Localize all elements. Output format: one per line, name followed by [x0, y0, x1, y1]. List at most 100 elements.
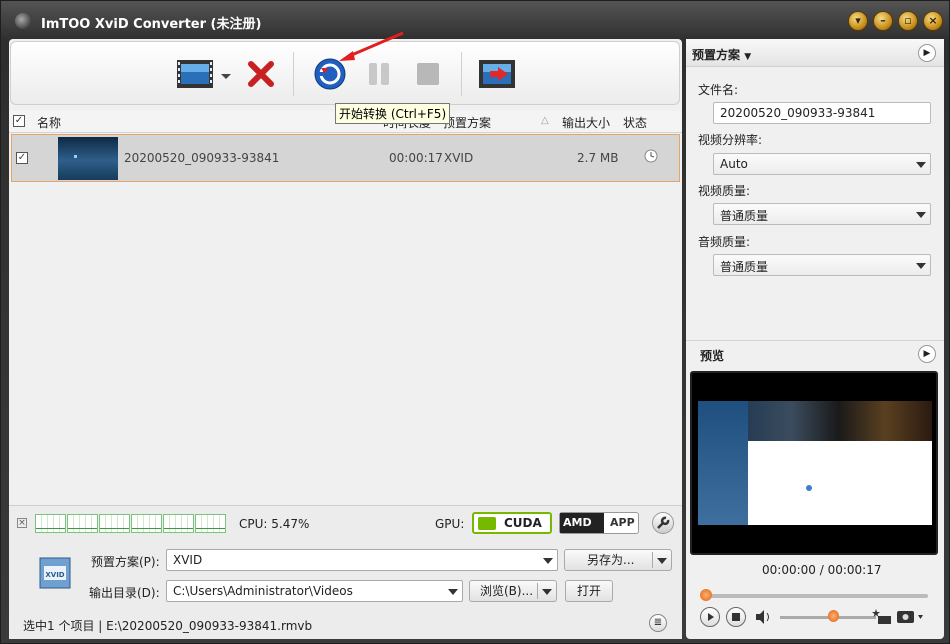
col-name[interactable]: 名称: [37, 114, 61, 131]
volume-handle[interactable]: [828, 610, 839, 622]
nvidia-icon: [478, 517, 496, 530]
close-button[interactable]: ×: [923, 11, 943, 31]
play-button[interactable]: [700, 607, 720, 627]
resolution-label: 视频分辨率:: [698, 133, 763, 147]
file-list: [9, 133, 682, 503]
preview-title: 预览: [700, 349, 725, 363]
seek-bar[interactable]: [702, 594, 928, 598]
save-as-button[interactable]: 另存为...: [564, 549, 672, 571]
expand-arrow-icon[interactable]: ▶: [918, 44, 936, 62]
chevron-down-icon: ▼: [744, 52, 752, 62]
clock-icon: [644, 149, 658, 166]
stop-button[interactable]: [414, 58, 442, 90]
audio-quality-value: 普通质量: [720, 260, 769, 274]
video-quality-combo[interactable]: 普通质量: [713, 203, 931, 225]
video-thumbnail: [58, 137, 118, 180]
save-as-label: 另存为...: [587, 553, 635, 567]
filename-label: 文件名:: [698, 83, 739, 97]
profile-panel-title: 预置方案: [692, 48, 741, 62]
open-output-button[interactable]: [478, 58, 516, 90]
open-button[interactable]: 打开: [565, 580, 613, 602]
play-icon: [708, 613, 714, 621]
amd-app-button[interactable]: AMD APP: [559, 512, 639, 534]
cpu-graph: [67, 514, 98, 533]
profile-combo[interactable]: XVID: [166, 549, 558, 571]
stop-preview-button[interactable]: [726, 607, 746, 627]
preview-frame: [698, 401, 932, 525]
preview-screen: [690, 371, 938, 555]
seek-handle[interactable]: [700, 589, 712, 601]
camera-icon[interactable]: [896, 607, 926, 625]
col-status[interactable]: 状态: [623, 114, 647, 131]
thumbnail-dot: [74, 155, 77, 158]
film-output-icon: [479, 60, 515, 88]
remove-button[interactable]: [245, 58, 277, 90]
video-quality-label: 视频质量:: [698, 184, 751, 198]
cpu-graph: [163, 514, 194, 533]
stop-icon: [732, 613, 740, 621]
cuda-label: CUDA: [504, 516, 542, 530]
audio-quality-combo[interactable]: 普通质量: [713, 254, 931, 276]
cpu-usage: CPU: 5.47%: [239, 517, 310, 531]
sort-up-icon: △: [541, 115, 549, 126]
preview-desktop-left: [698, 401, 748, 525]
output-dir-value: C:\Users\Administrator\Videos: [173, 584, 353, 598]
app-window: ImTOO XviD Converter (未注册) ▾ – ▫ × 开始转换 …: [0, 0, 950, 644]
toolbar-divider: [293, 52, 294, 96]
xvid-film-icon: XVID: [39, 557, 71, 589]
red-arrow-annotation: [339, 31, 404, 61]
delete-x-icon: [248, 61, 274, 87]
help-button[interactable]: ▾: [848, 11, 868, 31]
preview-cursor: [806, 485, 812, 491]
minimize-button[interactable]: –: [873, 11, 893, 31]
open-label: 打开: [576, 584, 601, 598]
app-icon: [15, 13, 31, 29]
file-row[interactable]: ✓ 20200520_090933-93841 00:00:17 XVID 2.…: [11, 134, 680, 182]
log-button[interactable]: ≣: [649, 614, 667, 632]
snapshot-effect-icon[interactable]: [872, 607, 892, 625]
amd-label: AMD: [560, 513, 604, 533]
file-size: 2.7 MB: [577, 151, 619, 165]
settings-wrench-button[interactable]: [652, 512, 674, 534]
profile-label: 预置方案(P):: [91, 555, 160, 569]
col-size[interactable]: 输出大小: [562, 114, 610, 131]
maximize-button[interactable]: ▫: [898, 11, 918, 31]
profile-value: XVID: [173, 553, 203, 567]
output-dir-combo[interactable]: C:\Users\Administrator\Videos: [166, 580, 463, 602]
toolbar-divider: [461, 52, 462, 96]
filename-value: 20200520_090933-93841: [720, 106, 876, 120]
browse-button[interactable]: 浏览(B)...: [469, 580, 557, 602]
profile-panel-header[interactable]: 预置方案 ▼ ▶: [686, 39, 944, 67]
file-duration: 00:00:17: [389, 151, 443, 165]
close-graph-icon[interactable]: ×: [17, 518, 27, 528]
volume-icon[interactable]: [754, 609, 774, 625]
selection-status: 选中1 个项目 | E:\20200520_090933-93841.rmvb: [23, 619, 313, 633]
output-settings: XVID 预置方案(P): XVID 另存为... 输出目录(D): C:\Us…: [9, 541, 682, 639]
gpu-label: GPU:: [435, 517, 465, 531]
expand-arrow-icon[interactable]: ▶: [918, 345, 936, 363]
filename-input[interactable]: 20200520_090933-93841: [713, 102, 931, 124]
col-profile[interactable]: 预置方案: [443, 114, 491, 131]
tooltip: 开始转换 (Ctrl+F5): [335, 103, 451, 124]
resolution-combo[interactable]: Auto: [713, 153, 931, 175]
row-checkbox[interactable]: ✓: [16, 152, 28, 164]
chevron-down-icon: [221, 74, 231, 79]
add-video-dropdown[interactable]: [220, 70, 232, 79]
audio-quality-label: 音频质量:: [698, 235, 751, 249]
cpu-graph: [195, 514, 226, 533]
select-all-checkbox[interactable]: ✓: [13, 115, 25, 127]
output-dir-label: 输出目录(D):: [89, 586, 160, 600]
cuda-button[interactable]: CUDA: [472, 512, 552, 534]
wrench-icon: [657, 516, 670, 529]
film-add-icon: [177, 60, 213, 88]
video-quality-value: 普通质量: [720, 209, 769, 223]
cpu-graph: [99, 514, 130, 533]
browse-label: 浏览(B)...: [480, 584, 534, 598]
properties-panel: 预置方案 ▼ ▶ 文件名: 20200520_090933-93841 视频分辨…: [686, 39, 944, 639]
app-label: APP: [610, 516, 635, 529]
add-video-button[interactable]: [176, 58, 214, 90]
file-name: 20200520_090933-93841: [124, 151, 280, 165]
file-profile: XVID: [444, 151, 474, 165]
svg-text:XVID: XVID: [45, 571, 64, 579]
stop-icon: [417, 63, 439, 85]
